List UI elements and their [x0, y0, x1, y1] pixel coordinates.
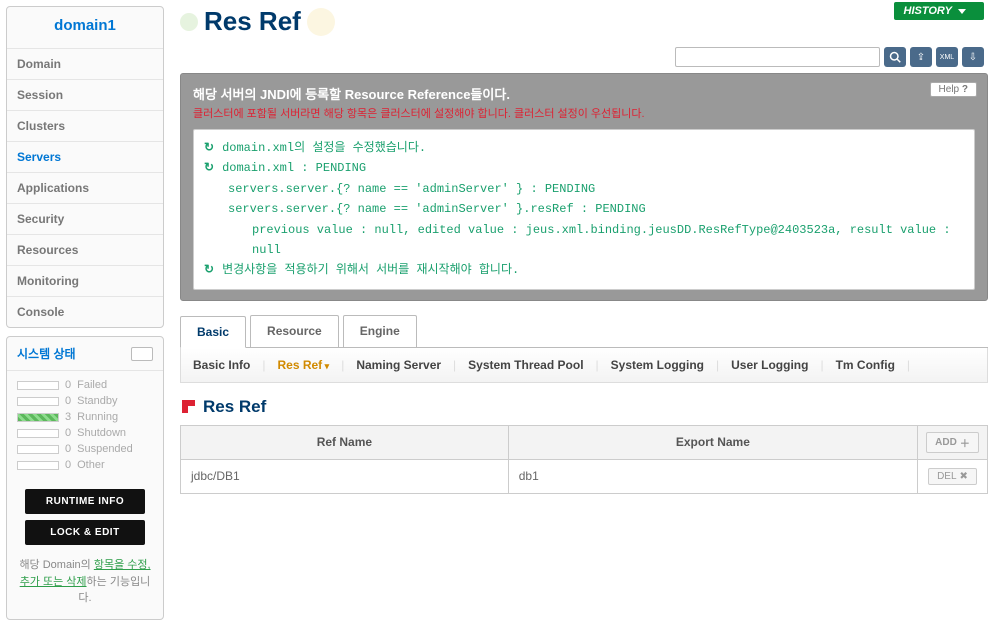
del-button[interactable]: DEL✖ — [928, 468, 977, 485]
table-row: jdbc/DB1 db1 DEL✖ — [181, 459, 988, 493]
page-title: Res Ref — [180, 2, 988, 45]
domain-title: domain1 — [7, 7, 163, 48]
info-subline: 클러스터에 포함될 서버라면 해당 항목은 클러스터에 설정해야 합니다. 클러… — [193, 105, 975, 121]
state-standby: 0Standby — [17, 393, 153, 409]
log-box: ↻domain.xml의 설정을 수정했습니다. ↻domain.xml : P… — [193, 129, 975, 290]
state-shutdown: 0Shutdown — [17, 425, 153, 441]
tab-resource[interactable]: Resource — [250, 315, 339, 347]
col-ref-name: Ref Name — [181, 425, 509, 459]
runtime-info-button[interactable]: RUNTIME INFO — [25, 489, 145, 514]
nav-resources[interactable]: Resources — [7, 234, 163, 265]
help-button[interactable]: Help — [930, 82, 977, 97]
subtab-naming-server[interactable]: Naming Server — [352, 358, 445, 372]
import-icon[interactable]: ⇩ — [962, 47, 984, 67]
system-state-icon[interactable] — [131, 347, 153, 361]
res-ref-table: Ref Name Export Name ADD＋ jdbc/DB1 db1 D… — [180, 425, 988, 494]
search-icon[interactable] — [884, 47, 906, 67]
col-export-name: Export Name — [508, 425, 917, 459]
main-tabs: Basic Resource Engine — [180, 315, 988, 348]
tab-engine[interactable]: Engine — [343, 315, 417, 347]
lock-edit-button[interactable]: LOCK & EDIT — [25, 520, 145, 545]
nav-monitoring[interactable]: Monitoring — [7, 265, 163, 296]
cell-ref-name: jdbc/DB1 — [181, 459, 509, 493]
nav-clusters[interactable]: Clusters — [7, 110, 163, 141]
subtab-res-ref[interactable]: Res Ref — [273, 358, 333, 372]
cell-export-name: db1 — [508, 459, 917, 493]
subtab-user-logging[interactable]: User Logging — [727, 358, 812, 372]
nav-applications[interactable]: Applications — [7, 172, 163, 203]
add-button[interactable]: ADD＋ — [926, 432, 979, 453]
xml-icon[interactable]: XML — [936, 47, 958, 67]
state-running: 3Running — [17, 409, 153, 425]
nav-servers[interactable]: Servers — [7, 141, 163, 172]
subtab-system-logging[interactable]: System Logging — [607, 358, 708, 372]
nav-security[interactable]: Security — [7, 203, 163, 234]
state-other: 0Other — [17, 457, 153, 473]
tab-basic[interactable]: Basic — [180, 316, 246, 348]
system-state-title: 시스템 상태 — [17, 345, 76, 362]
state-suspended: 0Suspended — [17, 441, 153, 457]
domain-note: 해당 Domain의 항목을 수정, 추가 또는 삭제하는 기능입니다. — [7, 551, 163, 619]
subtab-tm-config[interactable]: Tm Config — [832, 358, 899, 372]
section-title: Res Ref — [180, 383, 988, 425]
refresh-icon: ↻ — [204, 158, 214, 178]
subtab-system-thread-pool[interactable]: System Thread Pool — [464, 358, 587, 372]
info-headline: 해당 서버의 JNDI에 등록할 Resource Reference들이다. — [193, 84, 975, 103]
search-input[interactable] — [675, 47, 880, 67]
info-panel: Help 해당 서버의 JNDI에 등록할 Resource Reference… — [180, 73, 988, 301]
history-button[interactable]: HISTORY — [894, 2, 985, 20]
nav-console[interactable]: Console — [7, 296, 163, 327]
nav-list: Domain Session Clusters Servers Applicat… — [7, 48, 163, 327]
subtab-basic-info[interactable]: Basic Info — [189, 358, 254, 372]
sub-tabs: Basic Info| Res Ref| Naming Server| Syst… — [180, 348, 988, 383]
section-icon — [182, 400, 195, 413]
state-failed: 0Failed — [17, 377, 153, 393]
nav-session[interactable]: Session — [7, 79, 163, 110]
refresh-icon: ↻ — [204, 260, 214, 280]
refresh-icon: ↻ — [204, 138, 214, 158]
export-icon[interactable]: ⇪ — [910, 47, 932, 67]
nav-domain[interactable]: Domain — [7, 48, 163, 79]
